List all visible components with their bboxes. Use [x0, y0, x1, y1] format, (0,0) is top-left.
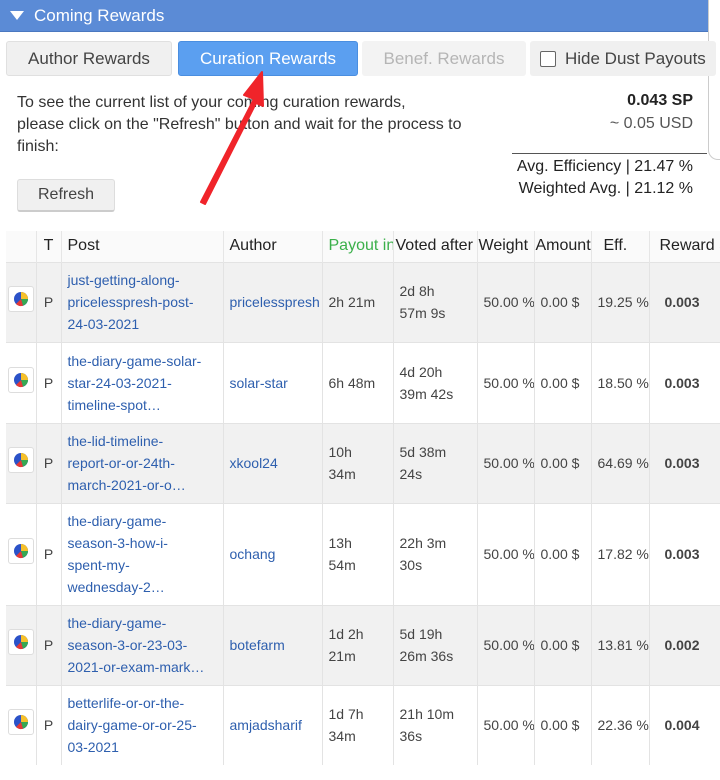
col-post-header[interactable]: Post	[61, 231, 224, 262]
pie-chart-icon[interactable]	[7, 286, 34, 312]
post-link[interactable]: betterlife-or-or-the-dairy-game-or-or-25…	[61, 684, 224, 765]
voted-after: 5d 19h 26m 36s	[393, 604, 478, 685]
pie-chart-icon[interactable]	[7, 709, 34, 736]
reward-sp: 0.003	[649, 502, 720, 605]
instructions-line-3: finish:	[17, 138, 59, 155]
payout-in: 13h 54m	[322, 502, 394, 605]
voted-after: 22h 3m 30s	[393, 502, 478, 605]
col-icon-header	[6, 231, 37, 262]
row-type: P	[36, 502, 62, 605]
instructions-line-2: please click on the "Refresh" button and…	[17, 116, 462, 133]
payout-in: 10h 34m	[322, 422, 394, 503]
table-row: P betterlife-or-or-the-dairy-game-or-or-…	[6, 684, 720, 765]
reward-sp: 0.003	[649, 261, 720, 342]
total-sp: 0.043 SP	[627, 92, 693, 109]
col-type-header[interactable]: T	[36, 231, 62, 262]
coming-rewards-header[interactable]: Coming Rewards	[0, 0, 720, 32]
weight: 50.00 %	[477, 502, 535, 605]
collapse-triangle-icon[interactable]	[10, 11, 24, 20]
author-link[interactable]: xkool24	[223, 422, 323, 503]
amount: 0.00 $	[534, 604, 592, 685]
weighted-avg: Weighted Avg. | 21.12 %	[518, 180, 693, 197]
col-reward-header[interactable]: Reward S	[649, 231, 720, 262]
avg-efficiency: Avg. Efficiency | 21.47 %	[516, 158, 693, 175]
row-type: P	[36, 684, 62, 765]
pie-chart-icon[interactable]	[7, 538, 34, 564]
col-payout-header[interactable]: Payout in	[322, 231, 394, 262]
author-link[interactable]: amjadsharif	[223, 684, 323, 765]
efficiency: 22.36 %	[591, 684, 650, 765]
table-row: P the-lid-timeline-report-or-or-24th-mar…	[6, 422, 720, 503]
weight: 50.00 %	[477, 604, 535, 685]
post-link[interactable]: the-diary-game-season-3-how-i-spent-my-w…	[61, 502, 224, 605]
voted-after: 5d 38m 24s	[393, 422, 478, 503]
voted-after: 2d 8h 57m 9s	[393, 261, 478, 342]
col-author-header[interactable]: Author	[223, 231, 323, 262]
hide-dust-label: Hide Dust Payouts	[565, 48, 706, 68]
weight: 50.00 %	[477, 261, 535, 342]
efficiency: 13.81 %	[591, 604, 650, 685]
post-link[interactable]: the-diary-game-solar-star-24-03-2021- tim…	[61, 341, 224, 423]
reward-sp: 0.004	[649, 684, 720, 765]
post-link[interactable]: the-diary-game-season-3-or-23-03- 2021-or…	[61, 604, 224, 685]
voted-after: 4d 20h 39m 42s	[393, 341, 478, 423]
efficiency: 19.25 %	[591, 261, 650, 342]
tab-curation-rewards[interactable]: Curation Rewards	[178, 41, 358, 76]
author-link[interactable]: pricelesspresh	[223, 261, 323, 342]
amount: 0.00 $	[534, 261, 592, 342]
col-amount-header[interactable]: Amount	[534, 231, 592, 262]
hide-dust-toggle[interactable]: Hide Dust Payouts	[530, 41, 716, 76]
author-link[interactable]: ochang	[223, 502, 323, 605]
instructions-line-1: To see the current list of your coming c…	[17, 94, 406, 111]
author-link[interactable]: botefarm	[223, 604, 323, 685]
pie-chart-icon[interactable]	[7, 629, 34, 655]
amount: 0.00 $	[534, 502, 592, 605]
payout-in: 1d 7h 34m	[322, 684, 394, 765]
pie-chart-icon[interactable]	[7, 366, 34, 393]
col-voted-header[interactable]: Voted after	[393, 231, 478, 262]
rewards-tabs: Author Rewards Curation Rewards Benef. R…	[0, 38, 720, 82]
col-weight-header[interactable]: Weight	[477, 231, 535, 262]
weight: 50.00 %	[477, 684, 535, 765]
table-row: P just-getting-along-pricelesspresh-post…	[6, 261, 720, 342]
efficiency: 17.82 %	[591, 502, 650, 605]
row-type: P	[36, 341, 62, 423]
tab-author-rewards[interactable]: Author Rewards	[6, 41, 172, 76]
reward-sp: 0.002	[649, 604, 720, 685]
curation-rewards-table: T Post Author Payout in Voted after Weig…	[6, 231, 720, 765]
post-link[interactable]: just-getting-along-pricelesspresh-post- 2…	[61, 261, 224, 342]
efficiency: 64.69 %	[591, 422, 650, 503]
col-eff-header[interactable]: Eff.	[591, 231, 650, 262]
author-link[interactable]: solar-star	[223, 341, 323, 423]
weight: 50.00 %	[477, 341, 535, 423]
table-row: P the-diary-game-season-3-or-23-03- 2021-…	[6, 604, 720, 685]
voted-after: 21h 10m 36s	[393, 684, 478, 765]
amount: 0.00 $	[534, 422, 592, 503]
table-row: P the-diary-game-solar-star-24-03-2021- t…	[6, 341, 720, 423]
table-header-row: T Post Author Payout in Voted after Weig…	[6, 231, 720, 262]
row-type: P	[36, 261, 62, 342]
hide-dust-checkbox[interactable]	[540, 50, 556, 67]
post-link[interactable]: the-lid-timeline-report-or-or-24th-march…	[61, 422, 224, 503]
reward-sp: 0.003	[649, 341, 720, 423]
header-title: Coming Rewards	[34, 6, 165, 25]
weight: 50.00 %	[477, 422, 535, 503]
table-row: P the-diary-game-season-3-how-i-spent-my…	[6, 502, 720, 605]
refresh-button[interactable]: Refresh	[17, 179, 115, 212]
reward-sp: 0.003	[649, 422, 720, 503]
pie-chart-icon[interactable]	[7, 447, 34, 473]
amount: 0.00 $	[534, 684, 592, 765]
summary-divider	[512, 153, 707, 154]
total-usd: ~ 0.05 USD	[609, 115, 693, 132]
tab-benef-rewards[interactable]: Benef. Rewards	[362, 41, 526, 76]
payout-in: 6h 48m	[322, 341, 394, 423]
instructions-text: To see the current list of your coming c…	[17, 92, 497, 158]
payout-in: 2h 21m	[322, 261, 394, 342]
row-type: P	[36, 422, 62, 503]
row-type: P	[36, 604, 62, 685]
payout-in: 1d 2h 21m	[322, 604, 394, 685]
amount: 0.00 $	[534, 341, 592, 423]
efficiency: 18.50 %	[591, 341, 650, 423]
